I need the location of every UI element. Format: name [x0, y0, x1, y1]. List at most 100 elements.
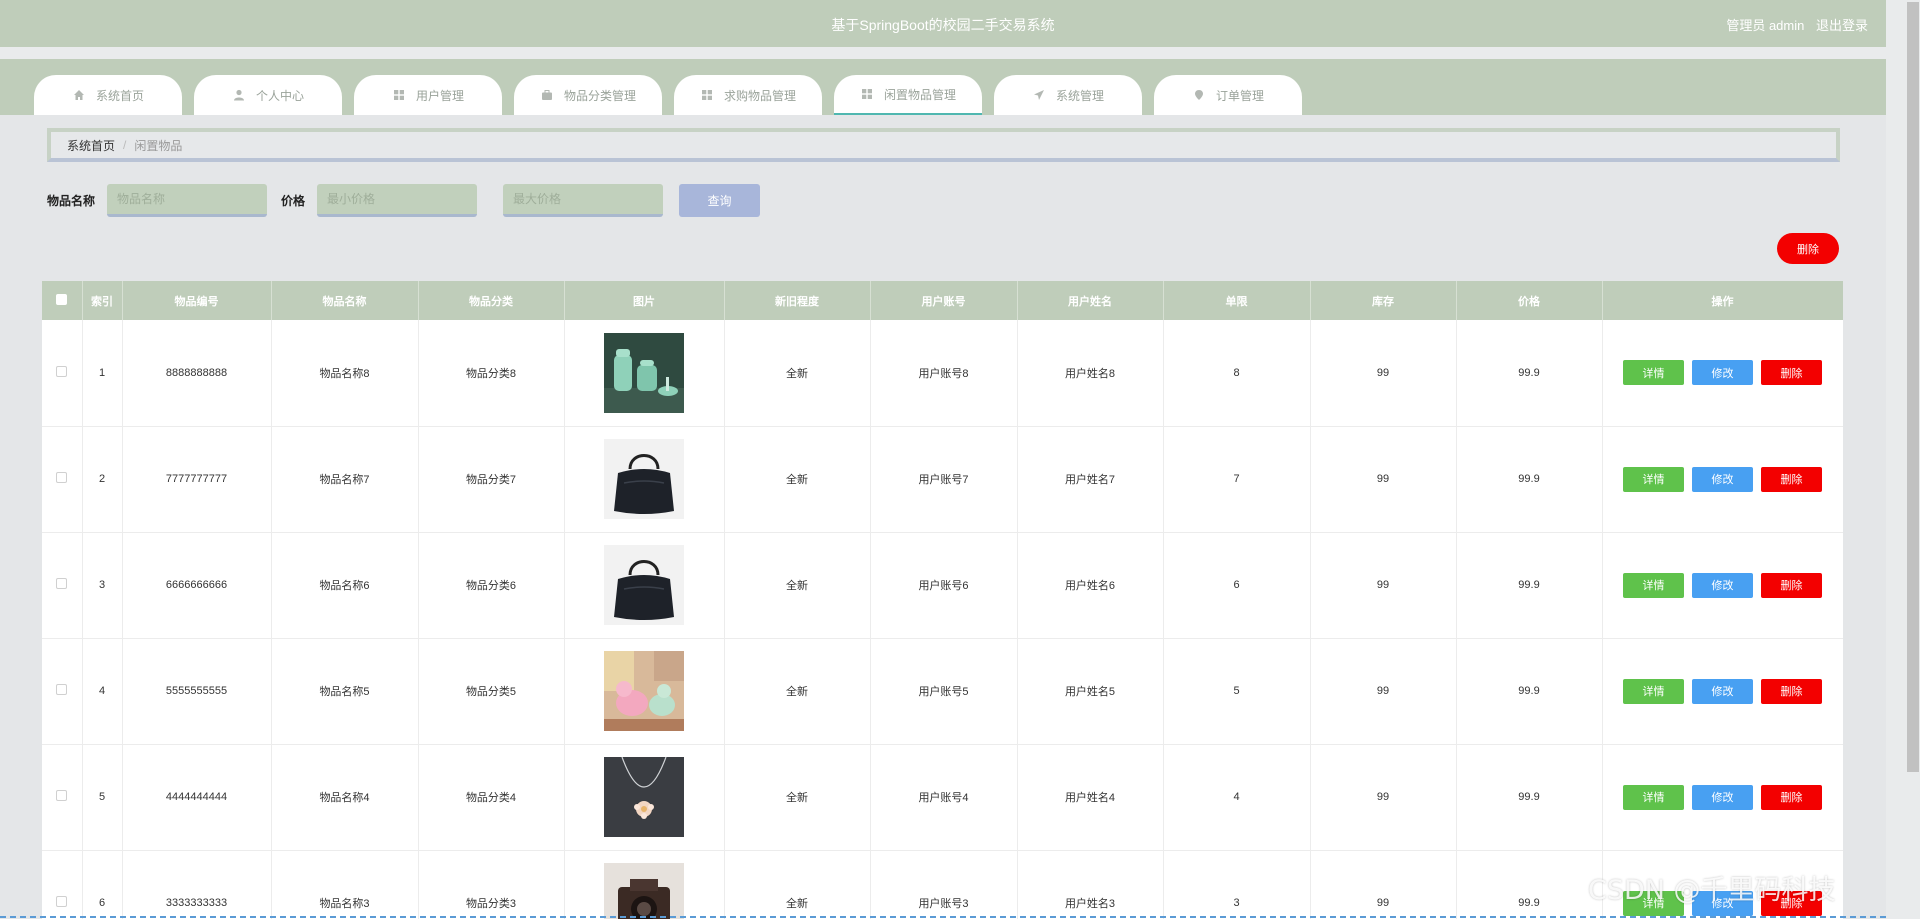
header-stock: 库存: [1310, 281, 1457, 320]
tab-label: 用户管理: [415, 88, 464, 103]
tab-3[interactable]: 用户管理: [354, 75, 502, 115]
limit-cell: 7: [1163, 426, 1311, 533]
price-cell: 99.9: [1456, 320, 1603, 427]
name-cell: 物品名称4: [271, 744, 419, 851]
index-cell: 6: [82, 850, 123, 919]
pin-icon: [1192, 88, 1206, 102]
index-cell: 5: [82, 744, 123, 851]
grid-icon: [392, 88, 406, 102]
detail-button[interactable]: 详情: [1623, 360, 1684, 386]
header-price: 价格: [1456, 281, 1603, 320]
image-cell: [564, 850, 725, 919]
account-cell: 用户账号5: [870, 638, 1018, 745]
tab-label: 物品分类管理: [563, 88, 636, 103]
grid-icon: [700, 88, 714, 102]
price-cell: 99.9: [1456, 426, 1603, 533]
tab-1[interactable]: 系统首页: [34, 75, 182, 115]
header-divider: [0, 47, 1886, 59]
stock-cell: 99: [1310, 744, 1457, 851]
price-cell: 99.9: [1456, 850, 1603, 919]
code-cell: 5555555555: [122, 638, 272, 745]
search-form: 物品名称 价格 查询: [47, 184, 761, 217]
row-checkbox[interactable]: [56, 472, 68, 483]
tab-4[interactable]: 物品分类管理: [514, 75, 662, 115]
price-max-input[interactable]: [503, 184, 664, 217]
name-cell: 物品名称8: [271, 320, 419, 427]
header-username: 用户姓名: [1017, 281, 1164, 320]
ops-cell: 详情 修改 删除: [1602, 320, 1843, 427]
tab-label: 订单管理: [1215, 88, 1264, 103]
row-checkbox[interactable]: [56, 365, 68, 377]
limit-cell: 3: [1163, 850, 1311, 919]
item-image: [604, 439, 684, 519]
edit-button[interactable]: 修改: [1692, 360, 1753, 386]
briefcase-icon: [540, 88, 554, 102]
edit-button[interactable]: 修改: [1692, 466, 1753, 492]
table-row: 6 3333333333 物品名称3 物品分类3 全新 用户账号3 用户姓名3 3 99 99.9…: [42, 850, 1843, 919]
tab-2[interactable]: 个人中心: [194, 75, 342, 115]
header-category: 物品分类: [418, 281, 565, 320]
detail-button[interactable]: 详情: [1623, 784, 1684, 810]
tab-label: 闲置物品管理: [883, 87, 956, 102]
query-button[interactable]: 查询: [679, 184, 761, 217]
select-all-checkbox[interactable]: [56, 293, 68, 305]
ops-cell: 详情 修改 删除: [1602, 744, 1843, 851]
detail-button[interactable]: 详情: [1623, 678, 1684, 704]
limit-cell: 8: [1163, 320, 1311, 427]
items-table: 索引 物品编号 物品名称 物品分类 图片 新旧程度 用户账号 用户姓名 单限 库…: [42, 281, 1843, 919]
category-cell: 物品分类3: [418, 850, 565, 919]
row-checkbox[interactable]: [56, 790, 68, 801]
tab-5[interactable]: 求购物品管理: [674, 75, 822, 115]
breadcrumb: 系统首页 / 闲置物品: [47, 128, 1840, 162]
select-cell: [42, 426, 83, 533]
logout-link[interactable]: 退出登录: [1816, 18, 1868, 33]
tab-8[interactable]: 订单管理: [1154, 75, 1302, 115]
scrollbar-thumb[interactable]: [1907, 2, 1919, 772]
name-input[interactable]: [107, 184, 268, 217]
delete-button[interactable]: 删除: [1761, 572, 1822, 598]
detail-button[interactable]: 详情: [1623, 466, 1684, 492]
breadcrumb-home[interactable]: 系统首页: [67, 137, 115, 154]
image-cell: [564, 638, 725, 745]
select-cell: [42, 850, 83, 919]
image-cell: [564, 320, 725, 427]
edit-button[interactable]: 修改: [1692, 784, 1753, 810]
condition-cell: 全新: [724, 638, 871, 745]
category-cell: 物品分类4: [418, 744, 565, 851]
condition-cell: 全新: [724, 426, 871, 533]
account-cell: 用户账号6: [870, 532, 1018, 639]
account-cell: 用户账号4: [870, 744, 1018, 851]
user-area: 管理员 admin 退出登录: [1718, 15, 1868, 34]
tab-label: 系统首页: [95, 88, 144, 103]
delete-button[interactable]: 删除: [1761, 466, 1822, 492]
delete-button[interactable]: 删除: [1761, 360, 1822, 386]
table-body: 1 8888888888 物品名称8 物品分类8 全新 用户账号8 用户姓名8 8 99 99.9…: [42, 320, 1843, 919]
header-index: 索引: [82, 281, 123, 320]
image-cell: [564, 532, 725, 639]
edit-button[interactable]: 修改: [1692, 678, 1753, 704]
delete-button[interactable]: 删除: [1761, 678, 1822, 704]
row-checkbox[interactable]: [56, 896, 68, 907]
user-icon: [232, 88, 246, 102]
detail-button[interactable]: 详情: [1623, 572, 1684, 598]
image-cell: [564, 426, 725, 533]
row-checkbox[interactable]: [56, 578, 68, 589]
nav-tabs: 系统首页 个人中心 用户管理 物品分类管理 求购物品管理 闲置物品管理 系统管理 订单管理: [34, 75, 1314, 115]
bottom-divider: [0, 916, 1886, 918]
batch-delete-button[interactable]: 删除: [1777, 233, 1839, 264]
code-cell: 6666666666: [122, 532, 272, 639]
limit-cell: 4: [1163, 744, 1311, 851]
edit-button[interactable]: 修改: [1692, 572, 1753, 598]
item-image: [604, 757, 684, 837]
header-condition: 新旧程度: [724, 281, 871, 320]
code-cell: 4444444444: [122, 744, 272, 851]
delete-button[interactable]: 删除: [1761, 784, 1822, 810]
tab-7[interactable]: 系统管理: [994, 75, 1142, 115]
price-min-input[interactable]: [317, 184, 478, 217]
header-limit: 单限: [1163, 281, 1311, 320]
image-cell: [564, 744, 725, 851]
price-label: 价格: [281, 194, 306, 208]
index-cell: 4: [82, 638, 123, 745]
row-checkbox[interactable]: [56, 684, 68, 695]
tab-6[interactable]: 闲置物品管理: [834, 75, 982, 115]
